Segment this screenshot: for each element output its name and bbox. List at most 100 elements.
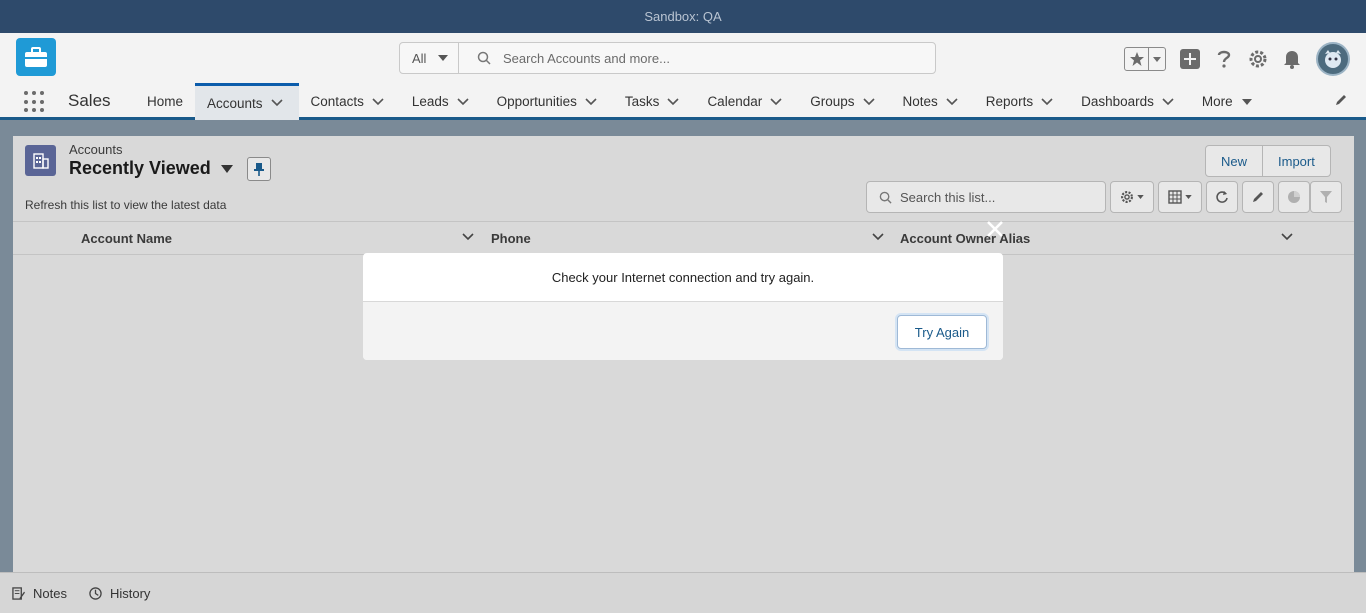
connection-error-modal: Check your Internet connection and try a… <box>363 253 1003 360</box>
nav-item-accounts[interactable]: Accounts <box>195 83 299 120</box>
charts-button[interactable] <box>1278 181 1310 213</box>
new-button[interactable]: New <box>1206 146 1262 176</box>
notes-icon <box>12 586 25 600</box>
search-icon <box>879 191 892 204</box>
nav-items: Home Accounts Contacts Leads Opportuniti… <box>135 83 1269 120</box>
list-view-selector[interactable]: Recently Viewed <box>69 158 233 179</box>
pencil-icon <box>1253 192 1263 202</box>
avatar[interactable] <box>1316 42 1350 76</box>
list-settings-button[interactable] <box>1110 181 1154 213</box>
favorites-button[interactable] <box>1124 47 1166 71</box>
pin-list-button[interactable] <box>247 157 271 181</box>
nav-item-tasks[interactable]: Tasks <box>613 83 696 120</box>
list-view-name: Recently Viewed <box>69 158 211 178</box>
chevron-down-icon[interactable] <box>1158 92 1178 112</box>
utility-notes-label: Notes <box>33 585 67 601</box>
caret-down-icon[interactable] <box>1237 92 1257 112</box>
help-icon[interactable] <box>1214 49 1234 69</box>
refresh-button[interactable] <box>1206 181 1238 213</box>
chevron-down-icon[interactable] <box>267 93 287 113</box>
search-input[interactable]: Search Accounts and more... <box>459 43 935 73</box>
caret-down-icon[interactable] <box>1149 48 1165 70</box>
list-actions: New Import <box>1205 145 1331 177</box>
app-name: Sales <box>68 91 111 110</box>
modal-footer: Try Again <box>363 302 1003 360</box>
nav-item-opportunities[interactable]: Opportunities <box>485 83 613 120</box>
filter-button[interactable] <box>1310 181 1342 213</box>
add-icon[interactable] <box>1180 49 1200 69</box>
column-header-phone[interactable]: Phone <box>491 231 531 246</box>
nav-item-label: More <box>1201 94 1233 109</box>
nav-item-more[interactable]: More <box>1190 83 1269 120</box>
chevron-down-icon[interactable] <box>1280 230 1294 247</box>
nav-item-label: Groups <box>810 94 855 109</box>
filter-icon <box>1320 191 1332 203</box>
chevron-down-icon[interactable] <box>461 230 475 247</box>
object-label: Accounts <box>69 142 123 157</box>
app-launcher-icon[interactable] <box>24 91 46 113</box>
caret-down-icon <box>220 164 233 173</box>
nav-item-label: Opportunities <box>496 94 577 109</box>
nav-item-home[interactable]: Home <box>135 83 195 120</box>
nav-item-label: Reports <box>985 94 1034 109</box>
nav-item-label: Dashboards <box>1081 94 1154 109</box>
chevron-down-icon[interactable] <box>766 92 786 112</box>
chevron-down-icon[interactable] <box>871 230 885 247</box>
chevron-down-icon[interactable] <box>942 92 962 112</box>
chevron-down-icon[interactable] <box>1037 92 1057 112</box>
nav-item-calendar[interactable]: Calendar <box>695 83 798 120</box>
search-placeholder: Search Accounts and more... <box>503 50 670 66</box>
chevron-down-icon[interactable] <box>663 92 683 112</box>
global-header: All Search Accounts and more... <box>0 33 1366 83</box>
app-nav-bar: Sales Home Accounts Contacts Leads Oppor… <box>0 83 1366 120</box>
global-search: All Search Accounts and more... <box>399 42 936 74</box>
chevron-down-icon[interactable] <box>859 92 879 112</box>
nav-item-dashboards[interactable]: Dashboards <box>1069 83 1190 120</box>
nav-item-leads[interactable]: Leads <box>400 83 485 120</box>
star-icon[interactable] <box>1125 48 1149 70</box>
header-actions <box>1124 42 1350 76</box>
utility-notes[interactable]: Notes <box>12 586 67 601</box>
modal-message: Check your Internet connection and try a… <box>363 253 1003 302</box>
chevron-down-icon[interactable] <box>368 92 388 112</box>
caret-down-icon <box>1137 195 1144 199</box>
nav-item-notes[interactable]: Notes <box>891 83 974 120</box>
column-header-account-owner-alias[interactable]: Account Owner Alias <box>900 231 1030 246</box>
nav-item-label: Contacts <box>310 94 364 109</box>
list-search-input[interactable]: Search this list... <box>866 181 1106 213</box>
nav-item-groups[interactable]: Groups <box>798 83 890 120</box>
table-icon <box>1168 190 1182 204</box>
sandbox-label: Sandbox: QA <box>644 9 722 24</box>
utility-history[interactable]: History <box>89 586 150 601</box>
inline-edit-button[interactable] <box>1242 181 1274 213</box>
nav-item-reports[interactable]: Reports <box>974 83 1069 120</box>
caret-down-icon <box>1185 195 1192 199</box>
search-scope-dropdown[interactable]: All <box>400 43 459 73</box>
account-building-icon <box>25 145 56 176</box>
try-again-button[interactable]: Try Again <box>897 315 987 349</box>
display-as-button[interactable] <box>1158 181 1202 213</box>
search-scope-label: All <box>412 50 427 66</box>
import-button[interactable]: Import <box>1262 146 1330 176</box>
app-logo[interactable] <box>16 38 56 76</box>
nav-item-label: Home <box>147 94 184 109</box>
bell-icon[interactable] <box>1282 49 1302 69</box>
nav-item-label: Accounts <box>207 95 263 111</box>
gear-icon <box>1121 191 1133 203</box>
gear-icon[interactable] <box>1248 49 1268 69</box>
clock-icon <box>89 586 102 600</box>
nav-item-label: Leads <box>411 94 449 109</box>
table-header: Account Name Phone Account Owner Alias <box>13 221 1354 255</box>
nav-item-contacts[interactable]: Contacts <box>299 83 400 120</box>
utility-bar: Notes History <box>0 572 1366 613</box>
chevron-down-icon[interactable] <box>581 92 601 112</box>
nav-item-label: Tasks <box>624 94 660 109</box>
chevron-down-icon[interactable] <box>453 92 473 112</box>
close-icon[interactable] <box>984 218 1006 240</box>
edit-nav-icon[interactable] <box>1334 93 1348 110</box>
column-header-account-name[interactable]: Account Name <box>81 231 172 246</box>
sandbox-banner: Sandbox: QA <box>0 0 1366 33</box>
refresh-icon <box>1216 191 1228 203</box>
nav-item-label: Calendar <box>707 94 763 109</box>
refresh-note: Refresh this list to view the latest dat… <box>25 198 227 212</box>
